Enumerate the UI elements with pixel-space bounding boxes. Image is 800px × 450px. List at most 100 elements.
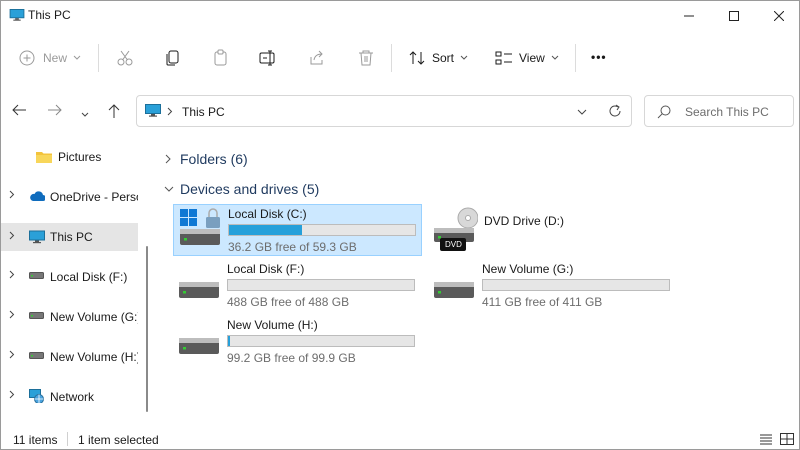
this-pc-icon bbox=[9, 9, 25, 21]
details-view-button[interactable] bbox=[759, 433, 773, 448]
hard-drive-icon bbox=[179, 338, 219, 354]
arrow-up-icon bbox=[108, 104, 120, 118]
trash-icon bbox=[359, 50, 373, 66]
maximize-button[interactable] bbox=[712, 1, 756, 31]
sidebar-scrollbar[interactable] bbox=[146, 246, 148, 412]
search-icon bbox=[657, 105, 671, 119]
see-more-button[interactable]: ••• bbox=[591, 50, 607, 64]
status-divider bbox=[67, 432, 68, 446]
rename-button[interactable] bbox=[259, 49, 277, 70]
sidebar-item-onedrive[interactable]: OneDrive - Perso bbox=[1, 182, 138, 212]
forward-button[interactable] bbox=[47, 103, 63, 120]
cloud-icon bbox=[30, 191, 45, 201]
chevron-down-icon bbox=[73, 55, 81, 60]
address-path[interactable]: This PC bbox=[182, 105, 225, 119]
sort-button[interactable]: Sort bbox=[408, 49, 468, 67]
drive-icon bbox=[29, 352, 44, 359]
hard-drive-icon bbox=[434, 282, 474, 298]
folders-group-label: Folders (6) bbox=[180, 151, 248, 167]
drive-tile-dvd-d[interactable]: DVD DVD Drive (D:) bbox=[428, 204, 677, 256]
sort-icon bbox=[409, 51, 425, 65]
status-item-count: 11 items bbox=[13, 433, 58, 447]
view-list-icon bbox=[495, 51, 512, 65]
delete-button[interactable] bbox=[357, 49, 375, 70]
sidebar-item-label: Local Disk (F:) bbox=[50, 270, 128, 284]
drive-free-space: 411 GB free of 411 GB bbox=[482, 295, 603, 309]
drive-tile-new-volume-h[interactable]: New Volume (H:) 99.2 GB free of 99.9 GB bbox=[173, 316, 422, 368]
sidebar-item-label: OneDrive - Perso bbox=[50, 190, 138, 204]
this-pc-icon bbox=[145, 104, 161, 117]
chevron-right-icon bbox=[167, 107, 173, 116]
drive-icon bbox=[29, 272, 44, 279]
folders-group-header[interactable]: Folders (6) bbox=[165, 151, 248, 167]
drive-tile-local-disk-c[interactable]: Local Disk (C:) 36.2 GB free of 59.3 GB bbox=[173, 204, 422, 256]
tiles-view-icon bbox=[780, 433, 794, 445]
sidebar-item-label: Network bbox=[50, 390, 95, 404]
back-button[interactable] bbox=[11, 103, 27, 120]
dvd-badge: DVD bbox=[445, 240, 462, 249]
search-box[interactable]: Search This PC bbox=[644, 95, 794, 127]
devices-group-label: Devices and drives (5) bbox=[180, 181, 320, 197]
chevron-right-icon[interactable] bbox=[9, 231, 15, 240]
drive-usage-bar bbox=[228, 224, 416, 236]
drive-name: Local Disk (C:) bbox=[228, 207, 307, 221]
this-pc-icon bbox=[29, 230, 45, 244]
tiles-view-button[interactable] bbox=[780, 433, 794, 448]
scissors-icon bbox=[117, 50, 133, 66]
view-button[interactable]: View bbox=[495, 49, 559, 67]
chevron-down-icon[interactable] bbox=[577, 109, 587, 115]
drive-usage-fill bbox=[228, 336, 230, 346]
sidebar-item-new-volume-g[interactable]: New Volume (G:) bbox=[1, 302, 138, 332]
sidebar-item-local-disk-f[interactable]: Local Disk (F:) bbox=[1, 262, 138, 292]
refresh-icon[interactable] bbox=[608, 104, 622, 118]
file-explorer-window: This PC New Sort View ••• This PC Search… bbox=[0, 0, 800, 450]
sidebar-item-new-volume-h[interactable]: New Volume (H:) bbox=[1, 342, 138, 372]
devices-group-header[interactable]: Devices and drives (5) bbox=[164, 181, 319, 197]
status-selection-count: 1 item selected bbox=[78, 433, 159, 447]
drive-usage-bar bbox=[482, 279, 670, 291]
chevron-right-icon[interactable] bbox=[9, 310, 15, 319]
chevron-right-icon[interactable] bbox=[9, 190, 15, 199]
drive-usage-fill bbox=[229, 225, 302, 235]
drive-tile-new-volume-g[interactable]: New Volume (G:) 411 GB free of 411 GB bbox=[428, 260, 677, 312]
drive-name: New Volume (H:) bbox=[227, 318, 318, 332]
drive-usage-bar bbox=[227, 335, 415, 347]
hard-drive-icon bbox=[179, 282, 219, 298]
chevron-down-icon bbox=[164, 186, 174, 192]
clipboard-icon bbox=[214, 49, 227, 66]
share-button[interactable] bbox=[308, 49, 326, 70]
copy-button[interactable] bbox=[164, 49, 182, 70]
drive-free-space: 36.2 GB free of 59.3 GB bbox=[228, 240, 357, 254]
address-bar[interactable]: This PC bbox=[136, 95, 632, 127]
chevron-right-icon[interactable] bbox=[9, 390, 15, 399]
chevron-down-icon bbox=[81, 112, 89, 117]
chevron-right-icon[interactable] bbox=[9, 350, 15, 359]
chevron-right-icon bbox=[165, 154, 171, 164]
drive-name: DVD Drive (D:) bbox=[484, 214, 564, 228]
sidebar-item-network[interactable]: Network bbox=[1, 382, 138, 412]
sidebar-item-label: This PC bbox=[50, 230, 93, 244]
drive-tile-local-disk-f[interactable]: Local Disk (F:) 488 GB free of 488 GB bbox=[173, 260, 422, 312]
chevron-right-icon[interactable] bbox=[9, 270, 15, 279]
drive-usage-bar bbox=[227, 279, 415, 291]
sidebar-item-pictures[interactable]: Pictures bbox=[1, 142, 138, 172]
drive-name: Local Disk (F:) bbox=[227, 262, 305, 276]
maximize-icon bbox=[729, 11, 739, 21]
copy-icon bbox=[166, 50, 179, 66]
up-button[interactable] bbox=[107, 103, 121, 122]
window-title: This PC bbox=[28, 8, 71, 22]
sidebar-item-this-pc[interactable]: This PC bbox=[1, 223, 138, 251]
cut-button[interactable] bbox=[116, 49, 134, 70]
minimize-button[interactable] bbox=[667, 1, 711, 31]
recent-locations-button[interactable] bbox=[81, 107, 89, 121]
share-icon bbox=[310, 50, 323, 65]
new-button[interactable]: New bbox=[19, 49, 81, 67]
drive-free-space: 99.2 GB free of 99.9 GB bbox=[227, 351, 356, 365]
close-button[interactable] bbox=[757, 1, 799, 31]
search-placeholder: Search This PC bbox=[685, 105, 769, 119]
toolbar-divider bbox=[575, 44, 576, 72]
arrow-left-icon bbox=[12, 104, 26, 116]
folder-icon bbox=[36, 152, 52, 163]
toolbar-divider bbox=[391, 44, 392, 72]
paste-button[interactable] bbox=[212, 49, 230, 70]
